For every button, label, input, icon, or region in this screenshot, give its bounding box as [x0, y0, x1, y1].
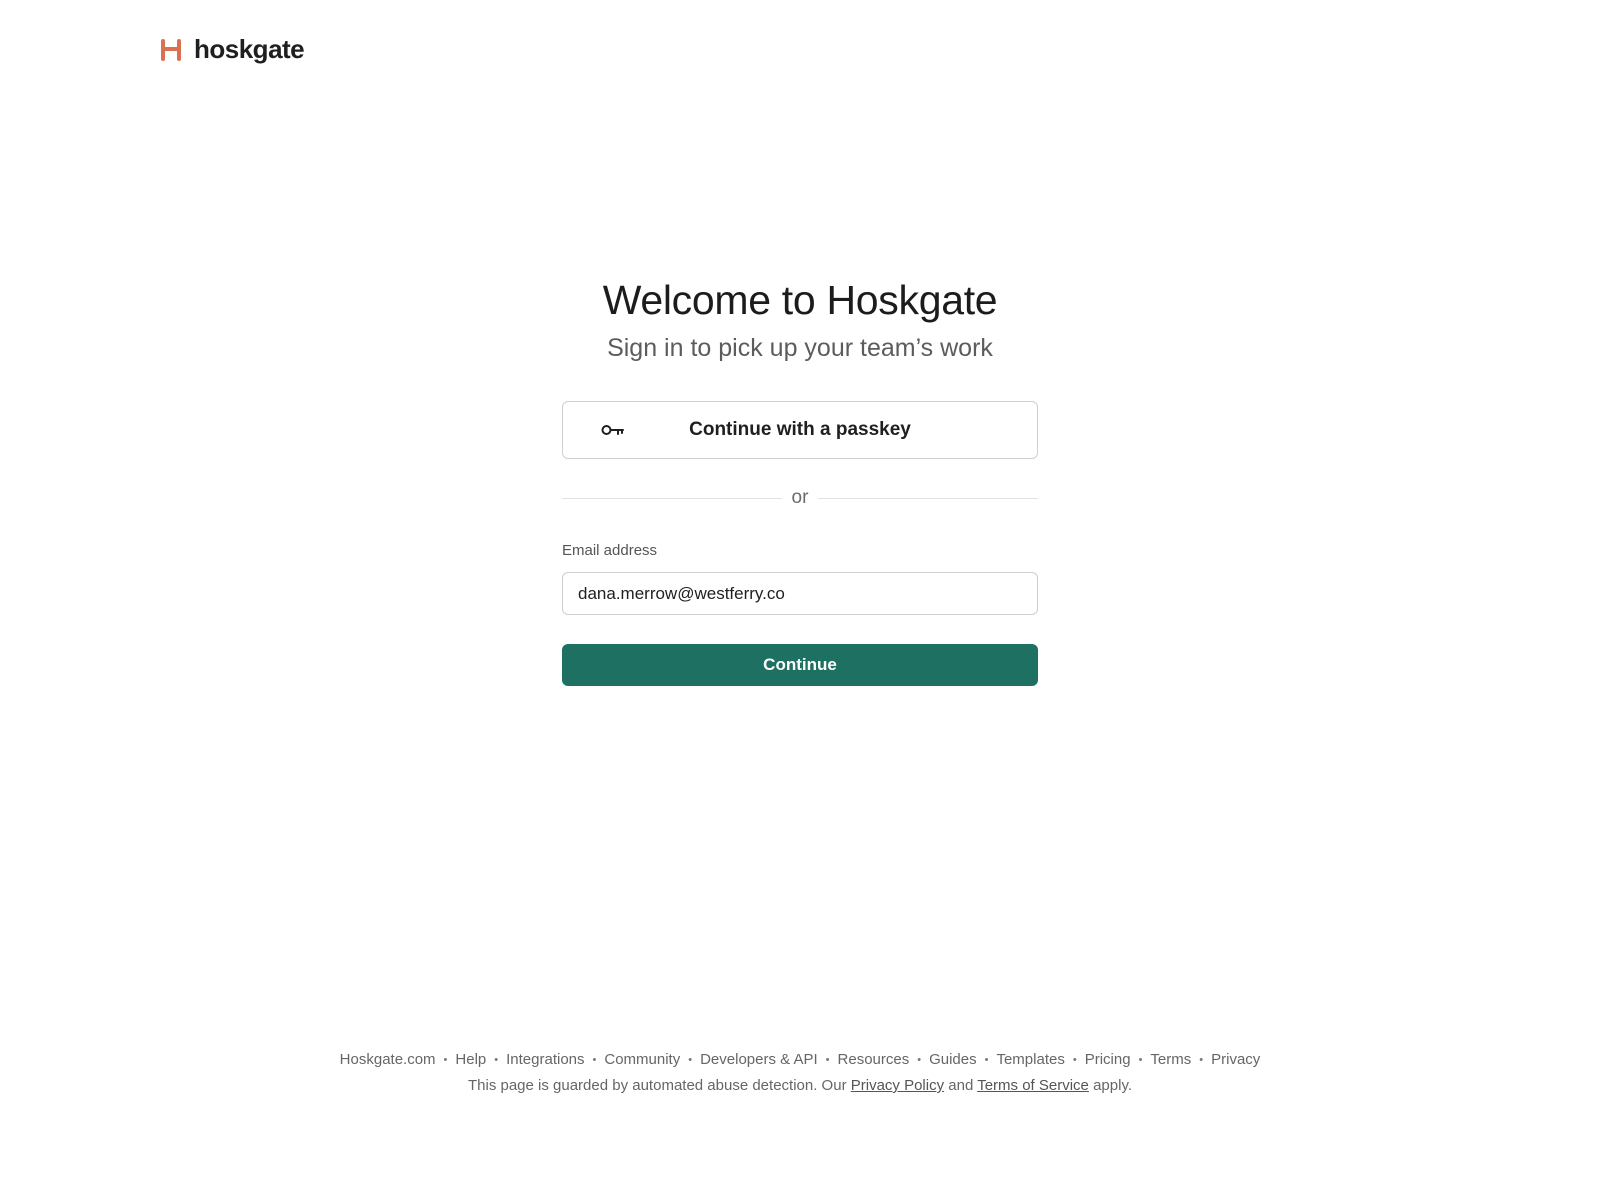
page-title: Welcome to Hoskgate — [602, 277, 998, 323]
footer-separator: • — [688, 1054, 693, 1066]
footer-separator: • — [825, 1054, 830, 1066]
footer-link-community[interactable]: Community — [604, 1050, 680, 1070]
footer-separator: • — [1138, 1054, 1143, 1066]
footer-link-help[interactable]: Help — [455, 1050, 486, 1070]
page-subtitle: Sign in to pick up your team’s work — [607, 334, 993, 362]
brand-logo[interactable]: hoskgate — [158, 34, 305, 65]
footer-links: Hoskgate.com • Help • Integrations • Com… — [0, 1050, 1600, 1070]
footer-link-guides[interactable]: Guides — [929, 1050, 977, 1070]
footer-separator: • — [592, 1054, 597, 1066]
terms-of-service-link[interactable]: Terms of Service — [977, 1077, 1089, 1094]
sign-in-panel: Welcome to Hoskgate Sign in to pick up y… — [0, 274, 1600, 686]
footer-link-hoskgate[interactable]: Hoskgate.com — [340, 1050, 436, 1070]
key-icon — [601, 425, 624, 435]
footer-link-terms[interactable]: Terms — [1150, 1050, 1191, 1070]
divider-line-right — [818, 497, 1038, 499]
footer-link-privacy[interactable]: Privacy — [1211, 1050, 1260, 1070]
legal-and: and — [948, 1077, 974, 1094]
footer-link-templates[interactable]: Templates — [996, 1050, 1064, 1070]
footer: Hoskgate.com • Help • Integrations • Com… — [0, 1050, 1600, 1096]
footer-separator: • — [443, 1054, 448, 1066]
continue-button[interactable]: Continue — [562, 644, 1038, 686]
passkey-button[interactable]: Continue with a passkey — [562, 401, 1038, 459]
brand-name: hoskgate — [194, 34, 305, 64]
footer-link-pricing[interactable]: Pricing — [1085, 1050, 1131, 1070]
email-field[interactable] — [562, 572, 1038, 615]
or-divider: or — [562, 487, 1038, 509]
footer-separator: • — [1072, 1054, 1077, 1066]
privacy-policy-link[interactable]: Privacy Policy — [851, 1077, 944, 1094]
legal-suffix: apply. — [1093, 1077, 1132, 1094]
email-label: Email address — [562, 542, 658, 559]
footer-separator: • — [494, 1054, 499, 1066]
legal-prefix: This page is guarded by automated abuse … — [467, 1077, 847, 1094]
footer-separator: • — [917, 1054, 922, 1066]
footer-link-resources[interactable]: Resources — [838, 1050, 910, 1070]
footer-link-developers-api[interactable]: Developers & API — [700, 1050, 818, 1070]
divider-text: or — [791, 487, 809, 508]
divider-line-left — [562, 497, 782, 499]
passkey-button-label: Continue with a passkey — [689, 419, 911, 440]
footer-separator: • — [1199, 1054, 1204, 1066]
h-logo-icon — [161, 38, 181, 61]
footer-link-integrations[interactable]: Integrations — [506, 1050, 584, 1070]
footer-separator: • — [984, 1054, 989, 1066]
legal-notice: This page is guarded by automated abuse … — [0, 1076, 1600, 1096]
sign-in-form: Continue with a passkey or Email address… — [562, 401, 1038, 686]
